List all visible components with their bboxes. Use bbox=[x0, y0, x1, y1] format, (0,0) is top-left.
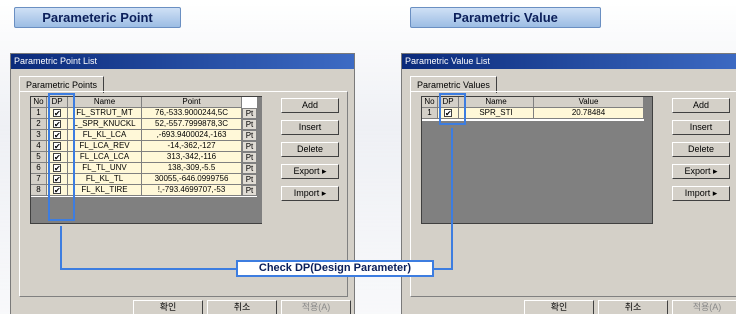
row-number: 8 bbox=[31, 185, 47, 196]
check-dp-callout: Check DP(Design Parameter) bbox=[236, 260, 434, 277]
connector-line bbox=[60, 268, 238, 270]
param-name-cell[interactable]: FL_LCA_LCA bbox=[68, 152, 142, 163]
import-menu-button[interactable]: Import ▸ bbox=[281, 186, 339, 201]
pick-point-button[interactable]: Pt bbox=[242, 141, 257, 152]
param-name-cell[interactable]: FL_KL_TIRE bbox=[68, 185, 142, 196]
pick-point-button[interactable]: Pt bbox=[242, 163, 257, 174]
pick-point-button[interactable]: Pt bbox=[242, 152, 257, 163]
column-header[interactable]: Value bbox=[534, 97, 644, 108]
row-number: 2 bbox=[31, 119, 47, 130]
banner-parametric-value: Parametric Value bbox=[410, 7, 601, 28]
insert-button[interactable]: Insert bbox=[281, 120, 339, 135]
param-point-cell[interactable]: !,-793.4699707,-53 bbox=[142, 185, 242, 196]
ok-button[interactable]: 확인 bbox=[524, 300, 594, 314]
pick-point-button[interactable]: Pt bbox=[242, 130, 257, 141]
param-point-cell[interactable]: 138,-309,-5.5 bbox=[142, 163, 242, 174]
export-menu-button[interactable]: Export ▸ bbox=[672, 164, 730, 179]
banner-parametric-point: Parameteric Point bbox=[14, 7, 181, 28]
column-header[interactable]: Point bbox=[142, 97, 242, 108]
ok-button[interactable]: 확인 bbox=[133, 300, 203, 314]
param-point-cell[interactable]: 30055,-646.0999756 bbox=[142, 174, 242, 185]
param-point-cell[interactable]: 76,-533.9000244,5C bbox=[142, 108, 242, 119]
param-name-cell[interactable]: FL_KL_TL bbox=[68, 174, 142, 185]
param-name-cell[interactable]: SPR_STI bbox=[459, 108, 534, 119]
pick-point-button[interactable]: Pt bbox=[242, 174, 257, 185]
param-point-cell[interactable]: 313,-342,-116 bbox=[142, 152, 242, 163]
pick-point-button[interactable]: Pt bbox=[242, 108, 257, 119]
param-name-cell[interactable]: L_SPR_KNUCKL bbox=[68, 119, 142, 130]
cancel-button[interactable]: 취소 bbox=[207, 300, 277, 314]
dialog-titlebar: Parametric Value List bbox=[402, 54, 736, 69]
column-header[interactable]: Name bbox=[68, 97, 142, 108]
cancel-button[interactable]: 취소 bbox=[598, 300, 668, 314]
param-name-cell[interactable]: FL_STRUT_MT bbox=[68, 108, 142, 119]
dialog-titlebar: Parametric Point List bbox=[11, 54, 354, 69]
param-point-cell[interactable]: 52,-557.7999878,3C bbox=[142, 119, 242, 130]
row-number: 5 bbox=[31, 152, 47, 163]
row-number: 1 bbox=[31, 108, 47, 119]
import-menu-button[interactable]: Import ▸ bbox=[672, 186, 730, 201]
param-name-cell[interactable]: FL_LCA_REV bbox=[68, 141, 142, 152]
row-number: 6 bbox=[31, 163, 47, 174]
param-point-cell[interactable]: ,-693.9400024,-163 bbox=[142, 130, 242, 141]
insert-button[interactable]: Insert bbox=[672, 120, 730, 135]
connector-line bbox=[60, 226, 62, 270]
column-header[interactable]: Name bbox=[459, 97, 534, 108]
export-menu-button[interactable]: Export ▸ bbox=[281, 164, 339, 179]
apply-button[interactable]: 적용(A) bbox=[672, 300, 736, 314]
dp-column-highlight-right bbox=[439, 93, 466, 125]
param-point-cell[interactable]: -14,-362,-127 bbox=[142, 141, 242, 152]
row-number: 3 bbox=[31, 130, 47, 141]
row-number: 7 bbox=[31, 174, 47, 185]
param-name-cell[interactable]: FL_TL_UNV bbox=[68, 163, 142, 174]
add-button[interactable]: Add bbox=[672, 98, 730, 113]
row-number: 4 bbox=[31, 141, 47, 152]
dp-column-highlight-left bbox=[48, 93, 75, 221]
add-button[interactable]: Add bbox=[281, 98, 339, 113]
pick-point-button[interactable]: Pt bbox=[242, 119, 257, 130]
pick-point-button[interactable]: Pt bbox=[242, 185, 257, 196]
row-number: 1 bbox=[422, 108, 438, 119]
delete-button[interactable]: Delete bbox=[281, 142, 339, 157]
apply-button[interactable]: 적용(A) bbox=[281, 300, 351, 314]
param-value-cell[interactable]: 20.78484 bbox=[534, 108, 644, 119]
column-header[interactable]: No bbox=[31, 97, 47, 108]
connector-line bbox=[433, 268, 453, 270]
delete-button[interactable]: Delete bbox=[672, 142, 730, 157]
connector-line bbox=[451, 128, 453, 270]
param-name-cell[interactable]: FL_KL_LCA bbox=[68, 130, 142, 141]
column-header[interactable]: No bbox=[422, 97, 438, 108]
